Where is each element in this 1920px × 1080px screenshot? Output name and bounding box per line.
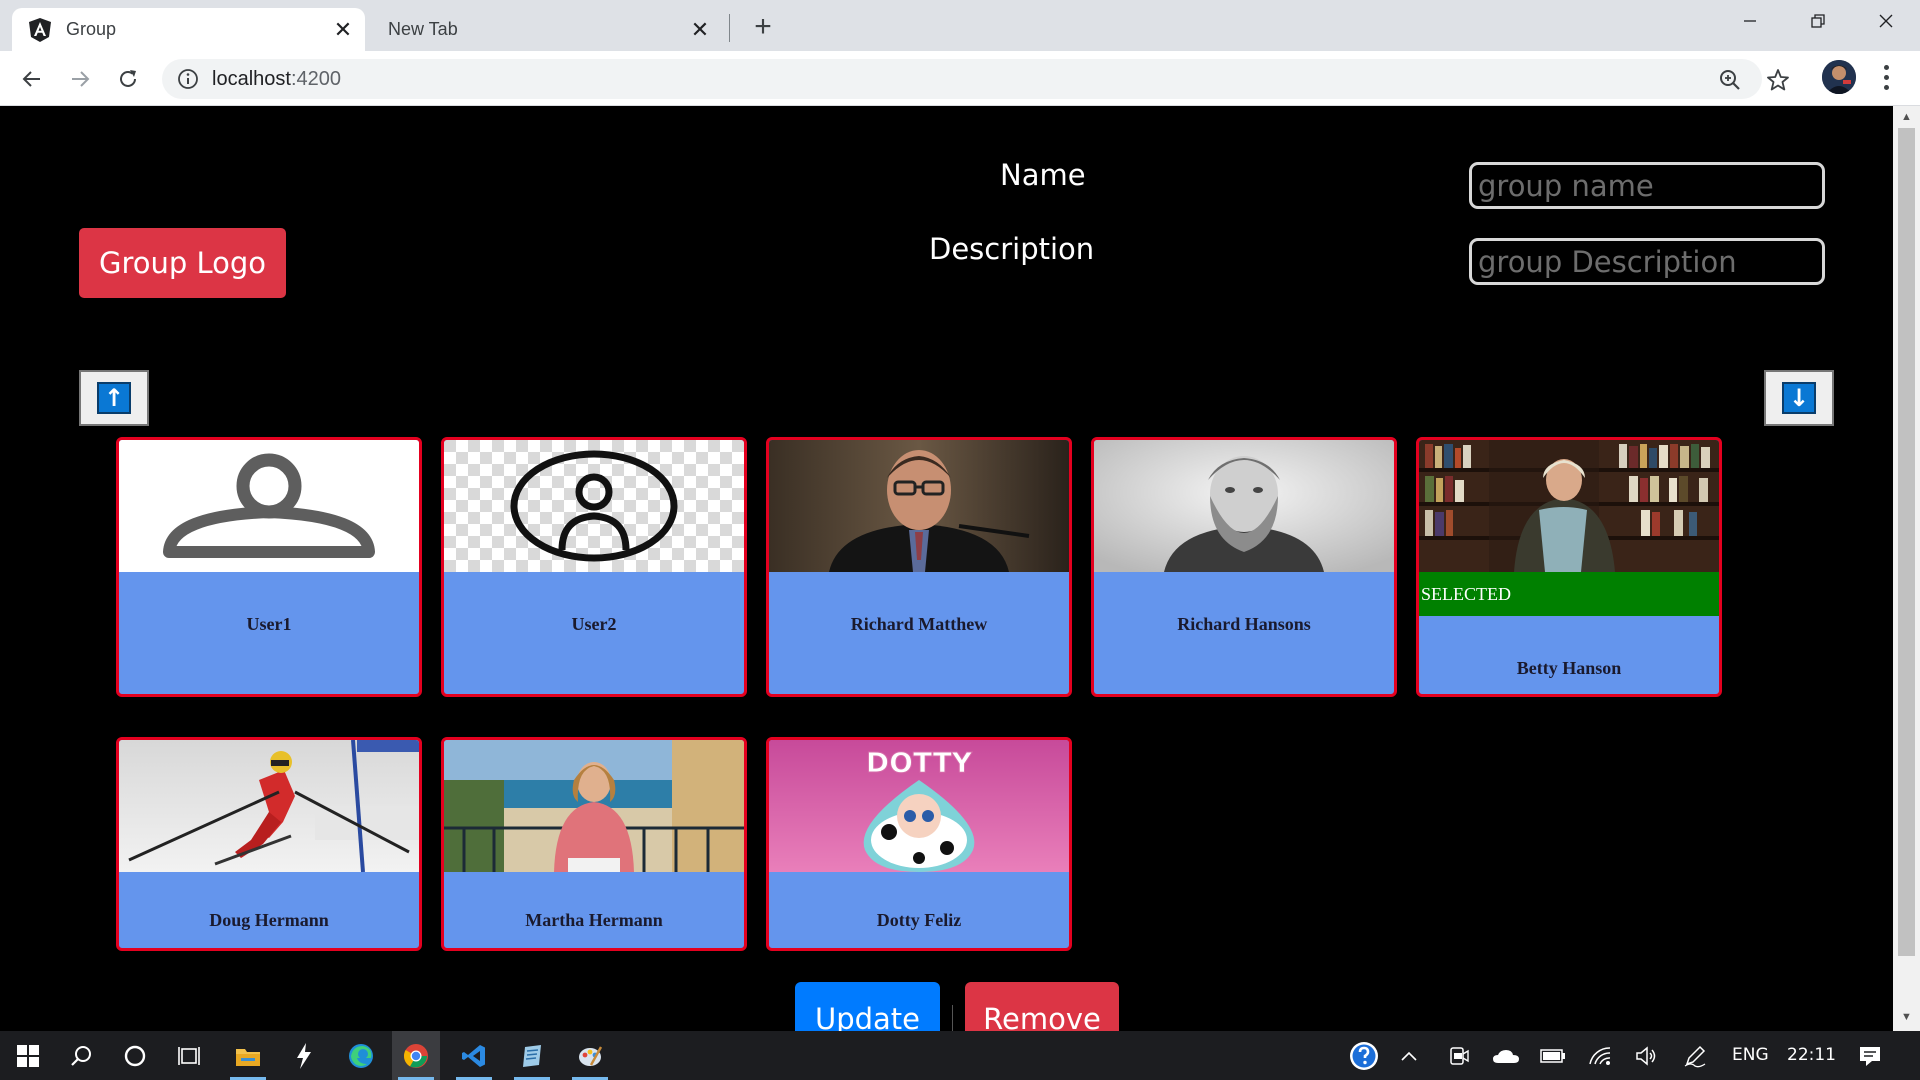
tray-chevron-up-icon[interactable] bbox=[1385, 1031, 1433, 1080]
wifi-icon[interactable] bbox=[1576, 1031, 1624, 1080]
member-card[interactable]: Richard Matthew bbox=[766, 437, 1072, 697]
task-view-icon[interactable] bbox=[165, 1031, 213, 1080]
sort-down-button[interactable]: ↓ bbox=[1764, 370, 1834, 426]
member-card[interactable]: Doug Hermann bbox=[116, 737, 422, 951]
woman-balcony-photo bbox=[444, 740, 744, 872]
selected-badge: SELECTED bbox=[1419, 572, 1719, 616]
notepad-icon[interactable] bbox=[508, 1031, 556, 1080]
chrome-icon[interactable] bbox=[392, 1031, 440, 1080]
user-outline-photo bbox=[119, 440, 419, 572]
button-divider bbox=[952, 1005, 953, 1031]
file-explorer-icon[interactable] bbox=[224, 1031, 272, 1080]
new-tab-icon[interactable]: + bbox=[745, 9, 781, 45]
member-card[interactable]: User1 bbox=[116, 437, 422, 697]
menu-icon[interactable] bbox=[1876, 62, 1896, 92]
browser-toolbar: localhost:4200 bbox=[0, 51, 1920, 106]
meet-now-icon[interactable] bbox=[1435, 1031, 1483, 1080]
tab-separator bbox=[729, 14, 730, 42]
woman-bookshelf-photo bbox=[1419, 440, 1719, 572]
tab-new-tab[interactable]: New Tab ✕ bbox=[372, 8, 722, 51]
profile-avatar[interactable] bbox=[1822, 60, 1856, 94]
member-name: Dotty Feliz bbox=[876, 910, 962, 930]
onedrive-icon[interactable] bbox=[1482, 1031, 1530, 1080]
language-indicator[interactable]: ENG bbox=[1732, 1045, 1769, 1065]
lightning-app-icon[interactable] bbox=[280, 1031, 328, 1080]
member-card[interactable]: DOTTY Dotty Feliz bbox=[766, 737, 1072, 951]
reload-icon[interactable] bbox=[108, 59, 148, 99]
arrow-down-icon: ↓ bbox=[1782, 382, 1816, 414]
notification-icon[interactable] bbox=[1846, 1031, 1894, 1080]
url-port: :4200 bbox=[290, 68, 341, 90]
scroll-down-icon[interactable]: ▼ bbox=[1900, 1011, 1913, 1024]
vscode-icon[interactable] bbox=[450, 1031, 498, 1080]
edge-icon[interactable] bbox=[337, 1031, 385, 1080]
member-card[interactable]: User2 bbox=[441, 437, 747, 697]
browser-tab-bar: Group ✕ New Tab ✕ + bbox=[0, 0, 1920, 51]
forward-icon[interactable] bbox=[60, 59, 100, 99]
group-logo-button[interactable]: Group Logo bbox=[79, 228, 286, 298]
member-card-selected[interactable]: SELECTED Betty Hanson bbox=[1416, 437, 1722, 697]
paint-icon[interactable] bbox=[566, 1031, 614, 1080]
member-name: Betty Hanson bbox=[1516, 658, 1622, 678]
page-scrollbar[interactable]: ▲ ▼ bbox=[1893, 106, 1920, 1031]
close-icon[interactable]: ✕ bbox=[327, 14, 359, 46]
member-card[interactable]: Richard Hansons bbox=[1091, 437, 1397, 697]
volume-icon[interactable] bbox=[1623, 1031, 1671, 1080]
search-icon[interactable] bbox=[57, 1031, 105, 1080]
member-card[interactable]: Martha Hermann bbox=[441, 737, 747, 951]
sort-up-button[interactable]: ↑ bbox=[79, 370, 149, 426]
close-icon[interactable]: ✕ bbox=[684, 14, 716, 46]
window-close-icon[interactable] bbox=[1852, 0, 1920, 42]
member-name: User1 bbox=[246, 614, 292, 634]
windows-start-icon[interactable] bbox=[4, 1031, 52, 1080]
scroll-thumb[interactable] bbox=[1898, 128, 1915, 956]
member-name: Doug Hermann bbox=[209, 910, 329, 930]
member-name: User2 bbox=[571, 614, 617, 634]
address-bar[interactable]: localhost:4200 bbox=[162, 59, 1789, 99]
bearded-man-photo bbox=[1094, 440, 1394, 572]
angular-icon bbox=[28, 17, 52, 42]
minimize-icon[interactable] bbox=[1716, 0, 1784, 42]
group-description-input[interactable] bbox=[1469, 238, 1825, 285]
url-host: localhost bbox=[212, 68, 291, 90]
member-name: Richard Hansons bbox=[1177, 614, 1311, 634]
tab-title: Group bbox=[66, 19, 117, 39]
url-text: localhost:4200 bbox=[212, 68, 341, 91]
description-label: Description bbox=[929, 232, 1095, 266]
dotty-doll-photo: DOTTY bbox=[769, 740, 1069, 872]
zoom-icon[interactable] bbox=[1717, 67, 1743, 93]
dotty-logo-text: DOTTY bbox=[866, 746, 973, 779]
battery-icon[interactable] bbox=[1529, 1031, 1577, 1080]
member-name: Martha Hermann bbox=[525, 910, 663, 930]
scroll-up-icon[interactable]: ▲ bbox=[1900, 111, 1913, 124]
arrow-up-icon: ↑ bbox=[97, 382, 131, 414]
restore-icon[interactable] bbox=[1784, 0, 1852, 42]
info-icon[interactable] bbox=[176, 67, 200, 91]
tab-group[interactable]: Group ✕ bbox=[12, 8, 365, 51]
bookmark-star-icon[interactable] bbox=[1765, 67, 1791, 93]
man-speaking-photo bbox=[769, 440, 1069, 572]
back-icon[interactable] bbox=[12, 59, 52, 99]
clock[interactable]: 22:11 bbox=[1787, 1045, 1836, 1065]
help-icon[interactable] bbox=[1340, 1031, 1388, 1080]
name-label: Name bbox=[1000, 158, 1086, 192]
pen-icon[interactable] bbox=[1671, 1031, 1719, 1080]
user-circle-photo bbox=[444, 440, 744, 572]
group-name-input[interactable] bbox=[1469, 162, 1825, 209]
member-name: Richard Matthew bbox=[850, 614, 988, 634]
cortana-icon[interactable] bbox=[111, 1031, 159, 1080]
tab-title: New Tab bbox=[388, 19, 458, 39]
windows-taskbar: ENG 22:11 bbox=[0, 1031, 1920, 1080]
skier-photo bbox=[119, 740, 419, 872]
